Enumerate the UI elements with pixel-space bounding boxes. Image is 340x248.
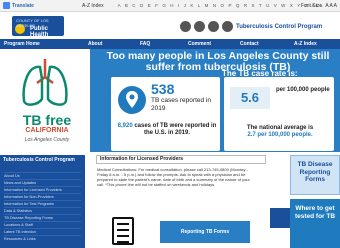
translate-label: Translate: [12, 2, 34, 9]
nav-az-index[interactable]: A-Z Index: [294, 41, 317, 47]
map-pin-icon: [118, 86, 146, 114]
national-text: The national average is: [246, 125, 314, 131]
youtube-icon[interactable]: [208, 21, 219, 32]
where-to-get-tested-label: Where to get tested for TB: [294, 205, 336, 220]
document-icon: [112, 217, 134, 245]
google-translate-icon: [3, 2, 10, 9]
sidebar-title: Tuberculosis Control Program: [3, 157, 75, 163]
nav-about[interactable]: About: [88, 41, 102, 47]
logo-title: Public Health: [30, 26, 49, 38]
section-heading: Information for Licensed Providers: [96, 155, 266, 164]
az-letter-links[interactable]: A B C D E F G H I J K L M N O P Q R S T …: [118, 3, 325, 8]
us-cases-desc: cases of TB were reported in the U.S. in…: [134, 123, 217, 136]
font-size-options[interactable]: A A A: [325, 3, 337, 9]
where-to-get-tested-box[interactable]: Where to get tested for TB: [290, 199, 340, 248]
nav-contact[interactable]: Contact: [240, 41, 259, 47]
national-average: The national average is 2.7 per 100,000 …: [228, 125, 332, 139]
main-content: Information for Licensed Providers Medic…: [96, 155, 266, 248]
az-index-label[interactable]: A-Z Index: [82, 3, 104, 9]
national-value: 2.7 per 100,000 people.: [247, 132, 313, 138]
sidebar-item-licensed[interactable]: Information for Licensed Providers: [4, 186, 81, 193]
tb-free-text: TB free: [22, 112, 72, 128]
california-text: CALIFORNIA: [25, 127, 69, 134]
cases-number: 538: [151, 81, 175, 97]
sidebar-item-locations[interactable]: Locations & Staff: [4, 221, 81, 228]
sidebar-item-about[interactable]: About Us: [4, 172, 81, 179]
tb-free-logo-panel: TB free CALIFORNIA Los Angeles County: [0, 49, 90, 152]
sidebar-item-latent[interactable]: Latent TB Infection: [4, 228, 81, 235]
hero-banner[interactable]: TB free CALIFORNIA Los Angeles County To…: [0, 49, 340, 152]
rate-label: per 100,000 people: [276, 87, 330, 93]
nav-program-home[interactable]: Program Home: [4, 41, 40, 47]
section-body: Medical Consultations: For medical consu…: [97, 167, 250, 187]
site-header: COUNTY OF LOS ANGELES Public Health Tube…: [0, 12, 340, 38]
instagram-icon[interactable]: [222, 21, 233, 32]
us-cases-text: 8,920 cases of TB were reported in the U…: [115, 123, 219, 137]
sidebar-item-nonproviders[interactable]: Information for Non-Providers: [4, 193, 81, 200]
lungs-icon: [22, 59, 68, 106]
tb-disease-reporting-forms-box[interactable]: TB Disease Reporting Forms: [290, 155, 340, 195]
twitter-icon[interactable]: [194, 21, 205, 32]
rate-value: 5.6: [230, 87, 270, 109]
sidebar-item-resources[interactable]: Resources & Links: [4, 235, 81, 242]
translate-widget[interactable]: Translate: [0, 2, 34, 9]
nav-comment[interactable]: Comment: [188, 41, 211, 47]
tb-disease-reporting-forms-label: TB Disease Reporting Forms: [297, 161, 333, 183]
la-county-text: Los Angeles County: [24, 137, 70, 143]
sidebar-item-reporting[interactable]: TB Disease Reporting Forms: [4, 214, 81, 221]
cases-text: TB cases reported in 2019: [151, 97, 211, 112]
sidebar-item-testprograms[interactable]: Information for Test Programs: [4, 200, 81, 207]
social-icons: [180, 21, 233, 32]
cases-card: 538 TB cases reported in 2019 8,920 case…: [111, 77, 220, 151]
program-title: Tuberculosis Control Program: [236, 24, 323, 30]
reporting-tb-forms-button[interactable]: Reporting TB Forms: [160, 221, 250, 243]
rate-card: 5.6 per 100,000 people The national aver…: [224, 77, 334, 151]
main-nav: Program Home About FAQ Comment Contact A…: [0, 39, 340, 49]
us-cases-number: 8,920: [117, 123, 133, 129]
sidebar-item-news[interactable]: News and Updates: [4, 179, 81, 186]
sidebar-item-data[interactable]: Data & Statistics: [4, 207, 81, 214]
facebook-icon[interactable]: [180, 21, 191, 32]
top-bar: Translate A-Z Index A B C D E F G H I J …: [0, 0, 340, 12]
nav-faq[interactable]: FAQ: [140, 41, 150, 47]
sidebar: Tuberculosis Control Program About Us Ne…: [0, 155, 85, 248]
font-size-label: Font Size: [300, 3, 322, 9]
public-health-logo[interactable]: COUNTY OF LOS ANGELES Public Health: [12, 16, 64, 38]
hero-headline: Too many people in Los Angeles County st…: [106, 50, 330, 73]
thumbnail-image: [270, 208, 290, 228]
